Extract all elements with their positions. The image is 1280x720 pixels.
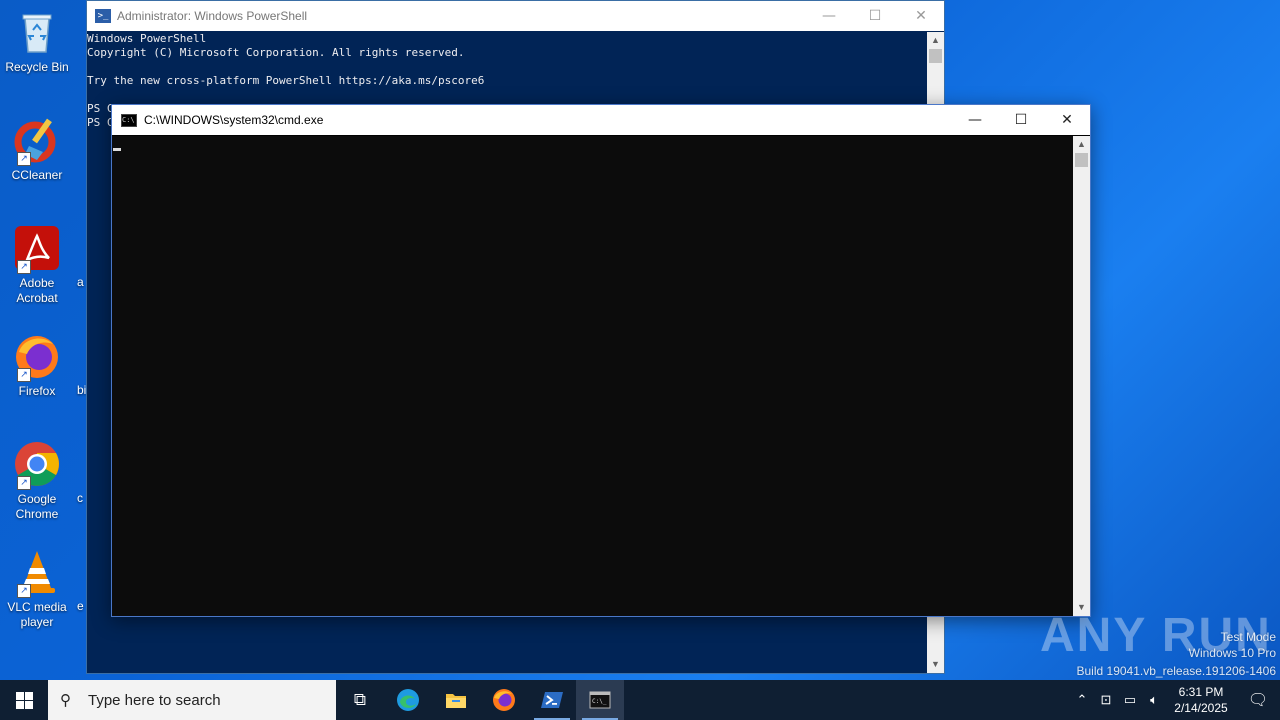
- desktop-icon-label: Adobe Acrobat: [16, 276, 58, 305]
- desktop-icon-google-chrome[interactable]: ↗ Google Chrome: [4, 440, 70, 522]
- scroll-down-arrow-icon[interactable]: ▼: [927, 656, 944, 673]
- recycle-bin-icon: [13, 8, 61, 56]
- shortcut-arrow-icon: ↗: [17, 476, 31, 490]
- shortcut-arrow-icon: ↗: [17, 368, 31, 382]
- edge-icon: [397, 689, 419, 711]
- maximize-button[interactable]: ☐: [852, 1, 898, 31]
- test-mode-text: Test Mode: [1220, 630, 1276, 644]
- file-explorer-icon: [446, 694, 466, 708]
- desktop-icon-label: CCleaner: [11, 168, 63, 182]
- firefox-icon: ↗: [13, 332, 61, 382]
- desktop-icon-label-partial: e: [77, 599, 84, 613]
- task-view-button[interactable]: ⧉: [336, 680, 384, 720]
- taskbar-cmd-button[interactable]: C:\_: [576, 680, 624, 720]
- text-cursor: [113, 148, 121, 151]
- taskbar-file-explorer-button[interactable]: [432, 680, 480, 720]
- desktop-icon-ccleaner[interactable]: ↗ CCleaner: [4, 116, 70, 183]
- close-button[interactable]: ✕: [898, 1, 944, 31]
- desktop-icon-label: Recycle Bin: [5, 60, 69, 74]
- console-line: Try the new cross-platform PowerShell ht…: [87, 74, 485, 87]
- clock-time: 6:31 PM: [1178, 685, 1224, 699]
- desktop-icon-label: Firefox: [18, 384, 56, 398]
- system-tray: ⌃ ⊡ ▭ 🔈︎ 6:31 PM 2/14/2025 🗨︎: [1070, 680, 1280, 720]
- adobe-acrobat-icon: ↗: [13, 224, 61, 274]
- console-line: Copyright (C) Microsoft Corporation. All…: [87, 46, 465, 59]
- scrollbar-thumb[interactable]: [929, 49, 942, 63]
- shortcut-arrow-icon: ↗: [17, 584, 31, 598]
- taskbar-firefox-button[interactable]: [480, 680, 528, 720]
- window-title: C:\WINDOWS\system32\cmd.exe: [144, 113, 324, 127]
- cmd-icon: C:\_: [589, 691, 611, 709]
- desktop-icon-label: VLC media player: [7, 600, 67, 629]
- desktop-icon-recycle-bin[interactable]: Recycle Bin: [4, 8, 70, 75]
- desktop-icon-label: Google Chrome: [15, 492, 59, 521]
- start-button[interactable]: [0, 680, 48, 720]
- powershell-icon: >_: [95, 9, 111, 23]
- network-icon[interactable]: ▭: [1118, 692, 1142, 708]
- shortcut-arrow-icon: ↗: [17, 260, 31, 274]
- clock-date: 2/14/2025: [1174, 701, 1228, 715]
- taskbar-powershell-button[interactable]: [528, 680, 576, 720]
- notification-icon[interactable]: 🗨︎: [1236, 690, 1280, 710]
- maximize-button[interactable]: ☐: [998, 105, 1044, 135]
- scroll-up-arrow-icon[interactable]: ▲: [1073, 136, 1090, 153]
- taskbar-search-box[interactable]: ⚲: [48, 680, 336, 720]
- desktop-icon-label-partial: a: [77, 275, 84, 289]
- google-chrome-icon: ↗: [13, 440, 61, 490]
- powershell-titlebar[interactable]: >_ Administrator: Windows PowerShell — ☐…: [87, 1, 944, 31]
- scrollbar-thumb[interactable]: [1075, 153, 1088, 167]
- ccleaner-icon: ↗: [13, 116, 61, 166]
- scroll-up-arrow-icon[interactable]: ▲: [927, 32, 944, 49]
- cmd-titlebar[interactable]: C:\ C:\WINDOWS\system32\cmd.exe — ☐ ✕: [112, 105, 1090, 135]
- minimize-button[interactable]: —: [952, 105, 998, 135]
- task-view-icon: ⧉: [353, 690, 367, 709]
- taskbar-clock[interactable]: 6:31 PM 2/14/2025: [1166, 684, 1236, 716]
- taskbar: ⚲ ⧉ C:\_: [0, 680, 1280, 720]
- search-input[interactable]: [86, 690, 330, 710]
- os-edition-text: Windows 10 Pro: [1188, 646, 1276, 660]
- desktop-icon-vlc[interactable]: ↗ VLC media player: [4, 548, 70, 630]
- minimize-button[interactable]: —: [806, 1, 852, 31]
- cmd-window[interactable]: C:\ C:\WINDOWS\system32\cmd.exe — ☐ ✕ ▲ …: [111, 104, 1091, 617]
- firefox-icon: [493, 689, 515, 711]
- desktop-icon-label-partial: bi: [77, 383, 87, 397]
- shortcut-arrow-icon: ↗: [17, 152, 31, 166]
- powershell-icon: [541, 692, 563, 708]
- vertical-scrollbar[interactable]: ▲ ▼: [1073, 136, 1090, 616]
- volume-icon[interactable]: 🔈︎: [1142, 692, 1166, 708]
- console-line: Windows PowerShell: [87, 32, 207, 45]
- build-text: Build 19041.vb_release.191206-1406: [1076, 664, 1277, 678]
- desktop-icon-label-partial: c: [77, 491, 83, 505]
- search-icon: ⚲: [60, 692, 71, 709]
- svg-text:C:\_: C:\_: [592, 698, 607, 705]
- cmd-icon: C:\: [121, 113, 137, 127]
- meet-now-icon[interactable]: ⊡: [1094, 692, 1118, 708]
- cmd-console[interactable]: [112, 136, 1073, 616]
- desktop-icon-adobe-acrobat[interactable]: ↗ Adobe Acrobat: [4, 224, 70, 306]
- vlc-icon: ↗: [13, 548, 61, 598]
- taskbar-edge-button[interactable]: [384, 680, 432, 720]
- windows-logo-icon: [15, 691, 33, 709]
- chevron-up-icon[interactable]: ⌃: [1070, 692, 1094, 708]
- window-title: Administrator: Windows PowerShell: [117, 9, 308, 23]
- desktop-icon-firefox[interactable]: ↗ Firefox: [4, 332, 70, 399]
- close-button[interactable]: ✕: [1044, 105, 1090, 135]
